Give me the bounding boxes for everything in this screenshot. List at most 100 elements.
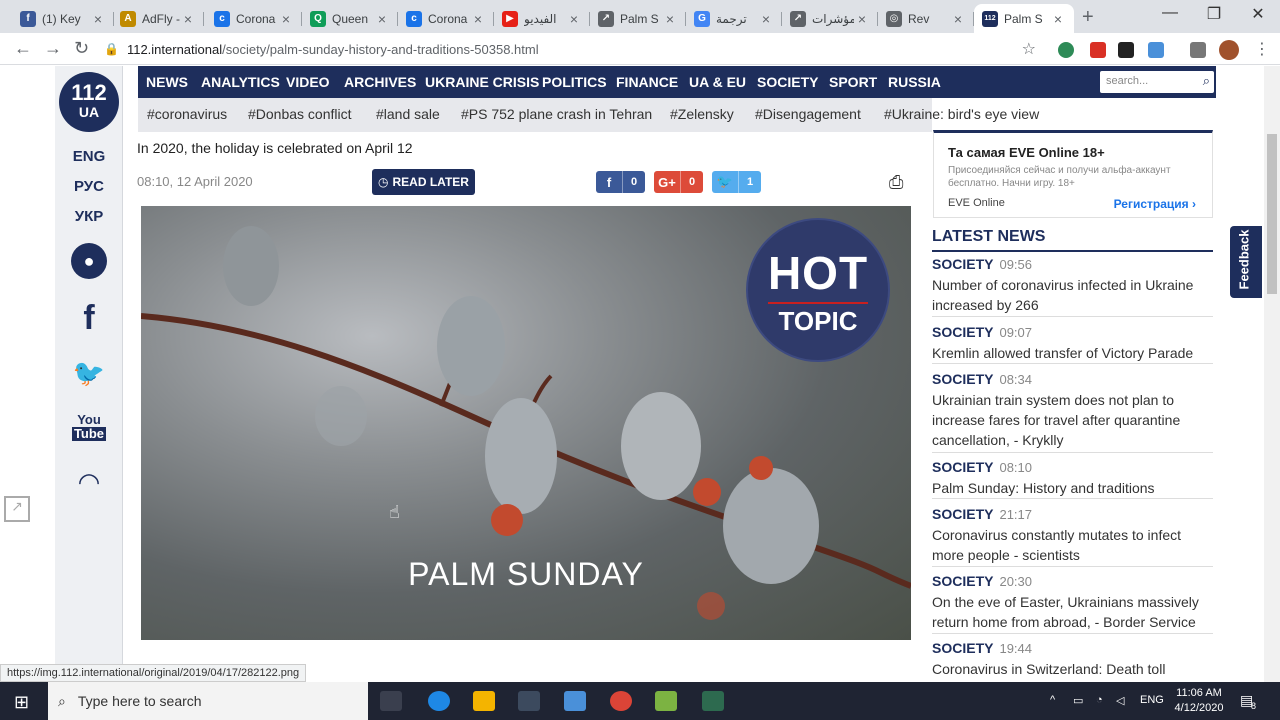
minimize-button[interactable]: — xyxy=(1150,4,1190,22)
news-category[interactable]: SOCIETY xyxy=(932,506,993,522)
extension-globe-icon[interactable] xyxy=(1058,42,1074,58)
nav-ua-eu[interactable]: UA & EU xyxy=(689,74,746,90)
volume-icon[interactable]: ◁ xyxy=(1116,694,1124,707)
tab-close-icon[interactable]: × xyxy=(90,11,106,27)
tag-link[interactable]: #coronavirus xyxy=(147,106,227,122)
browser-tab[interactable]: 112 Palm S × xyxy=(974,4,1074,33)
site-search-input[interactable]: search... ⌕ xyxy=(1100,71,1214,93)
tab-close-icon[interactable]: × xyxy=(950,11,966,27)
news-category[interactable]: SOCIETY xyxy=(932,371,993,387)
news-category[interactable]: SOCIETY xyxy=(932,459,993,475)
nav-video[interactable]: VIDEO xyxy=(286,74,330,90)
nav-ukraine-crisis[interactable]: UKRAINE CRISIS xyxy=(425,74,539,90)
battery-icon[interactable]: ▭ xyxy=(1073,694,1083,707)
ad-cta-link[interactable]: Регистрация › xyxy=(1114,197,1196,211)
ad-block[interactable]: Та самая EVE Online 18+ Присоединяйся се… xyxy=(933,130,1213,218)
taskbar-search-box[interactable]: ⌕ Type here to search xyxy=(48,682,368,720)
tab-close-icon[interactable]: × xyxy=(278,11,294,27)
browser-tab[interactable]: f (1) Key × xyxy=(12,4,114,33)
tab-close-icon[interactable]: × xyxy=(1050,11,1066,27)
nav-analytics[interactable]: ANALYTICS xyxy=(201,74,280,90)
news-item[interactable]: SOCIETY 09:07 Kremlin allowed transfer of… xyxy=(932,324,1213,364)
browser-tab[interactable]: ▶ الفيديو × xyxy=(494,4,590,33)
scrollbar-thumb[interactable] xyxy=(1267,134,1277,294)
store-icon[interactable] xyxy=(518,691,540,711)
tag-link[interactable]: #Zelensky xyxy=(670,106,734,122)
browser-tab[interactable]: A AdFly - × xyxy=(112,4,204,33)
print-icon[interactable]: ⎙ xyxy=(889,172,903,193)
menu-list-icon[interactable] xyxy=(1190,42,1206,58)
news-headline[interactable]: On the eve of Easter, Ukrainians massive… xyxy=(932,592,1213,632)
language-indicator[interactable]: ENG xyxy=(1140,694,1164,706)
tag-link[interactable]: #Ukraine: bird's eye view xyxy=(884,106,1039,122)
lang-eng[interactable]: ENG xyxy=(55,148,123,165)
browser-tab[interactable]: c Corona × xyxy=(206,4,302,33)
tab-close-icon[interactable]: × xyxy=(854,11,870,27)
browser-tab[interactable]: c Corona × xyxy=(398,4,494,33)
news-headline[interactable]: Coronavirus constantly mutates to infect… xyxy=(932,525,1213,565)
nav-society[interactable]: SOCIETY xyxy=(757,74,818,90)
notes-icon[interactable] xyxy=(655,691,677,711)
search-icon[interactable]: ⌕ xyxy=(1203,73,1210,89)
windows-start-icon[interactable]: ⊞ xyxy=(14,692,29,713)
tag-link[interactable]: #Donbas conflict xyxy=(248,106,352,122)
browser-tab[interactable]: Q Queen × xyxy=(302,4,398,33)
tab-close-icon[interactable]: × xyxy=(180,11,196,27)
extension-red-icon[interactable] xyxy=(1090,42,1106,58)
news-item[interactable]: SOCIETY 09:56 Number of coronavirus infec… xyxy=(932,256,1213,317)
nav-finance[interactable]: FINANCE xyxy=(616,74,678,90)
nav-politics[interactable]: POLITICS xyxy=(542,74,607,90)
tab-close-icon[interactable]: × xyxy=(566,11,582,27)
tag-link[interactable]: #land sale xyxy=(376,106,440,122)
news-category[interactable]: SOCIETY xyxy=(932,573,993,589)
tab-close-icon[interactable]: × xyxy=(470,11,486,27)
chrome-icon[interactable] xyxy=(610,691,632,711)
mail-icon[interactable] xyxy=(564,691,586,711)
extension-blue-icon[interactable] xyxy=(1148,42,1164,58)
profile-avatar[interactable] xyxy=(1219,40,1239,60)
browser-tab[interactable]: ◎ Rev × xyxy=(878,4,974,33)
news-category[interactable]: SOCIETY xyxy=(932,640,993,656)
tab-close-icon[interactable]: × xyxy=(662,11,678,27)
read-later-button[interactable]: ◷ READ LATER xyxy=(372,169,475,195)
rss-icon[interactable]: ◠ xyxy=(71,464,107,500)
twitter-share-button[interactable]: 🐦 1 xyxy=(712,171,762,193)
address-bar[interactable]: 🔒 112.international/society/palm-sunday-… xyxy=(104,37,1044,61)
app-icon[interactable] xyxy=(702,691,724,711)
back-icon[interactable]: ← xyxy=(14,38,32,59)
nav-russia[interactable]: RUSSIA xyxy=(888,74,941,90)
news-headline[interactable]: Coronavirus in Switzerland: Death toll xyxy=(932,659,1213,679)
browser-tab[interactable]: ↗ مؤشرات × xyxy=(782,4,878,33)
nav-news[interactable]: NEWS xyxy=(146,74,188,90)
nav-archives[interactable]: ARCHIVES xyxy=(344,74,416,90)
news-item[interactable]: SOCIETY 08:34 Ukrainian train system does… xyxy=(932,371,1213,453)
user-icon[interactable]: ● xyxy=(71,243,107,279)
wifi-icon[interactable]: ◔ xyxy=(1096,694,1103,706)
tag-link[interactable]: #Disengagement xyxy=(755,106,861,122)
browser-tab[interactable]: G ترجمة × xyxy=(686,4,782,33)
edge-icon[interactable] xyxy=(428,691,450,711)
tag-link[interactable]: #PS 752 plane crash in Tehran xyxy=(461,106,652,122)
task-view-icon[interactable] xyxy=(380,691,402,711)
lang-rus[interactable]: РУС xyxy=(55,178,123,195)
new-tab-button[interactable]: + xyxy=(1082,6,1094,29)
facebook-share-button[interactable]: f 0 xyxy=(596,171,646,193)
twitter-icon[interactable]: 🐦 xyxy=(71,355,107,391)
news-headline[interactable]: Ukrainian train system does not plan to … xyxy=(932,390,1213,450)
tab-close-icon[interactable]: × xyxy=(758,11,774,27)
feedback-tab[interactable]: Feedback xyxy=(1230,226,1262,298)
news-item[interactable]: SOCIETY 19:44 Coronavirus in Switzerland:… xyxy=(932,640,1213,682)
chrome-menu-icon[interactable]: ⋮ xyxy=(1254,39,1270,59)
extension-dark-icon[interactable] xyxy=(1118,42,1134,58)
browser-tab[interactable]: ↗ Palm S × xyxy=(590,4,686,33)
close-window-button[interactable]: ✕ xyxy=(1238,4,1278,24)
tab-close-icon[interactable]: × xyxy=(374,11,390,27)
tray-chevron-icon[interactable]: ^ xyxy=(1050,694,1055,706)
site-logo[interactable]: 112 UA xyxy=(59,72,119,132)
file-explorer-icon[interactable] xyxy=(473,691,495,711)
facebook-icon[interactable]: f xyxy=(71,299,107,337)
news-item[interactable]: SOCIETY 21:17 Coronavirus constantly muta… xyxy=(932,506,1213,567)
bookmark-star-icon[interactable]: ☆ xyxy=(1022,39,1036,59)
taskbar-clock[interactable]: 11:06 AM 4/12/2020 xyxy=(1170,686,1228,716)
news-category[interactable]: SOCIETY xyxy=(932,324,993,340)
